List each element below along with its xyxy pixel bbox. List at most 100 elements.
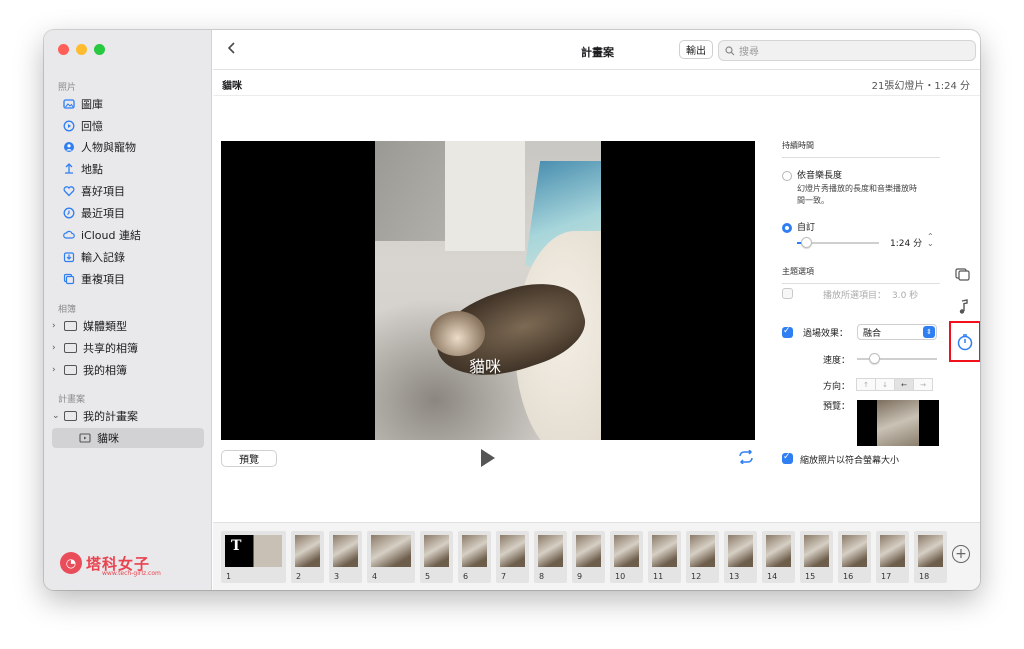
filmstrip-clip[interactable]: 3 — [329, 531, 362, 583]
sidebar-item-icloud-links[interactable]: iCloud 連結 — [62, 225, 204, 245]
slideshow-icon — [78, 432, 91, 445]
play-selected-checkbox[interactable] — [782, 288, 793, 299]
zoom-window-button[interactable] — [94, 44, 105, 55]
clip-thumbnail — [424, 535, 449, 567]
duplicates-icon — [62, 273, 75, 286]
filmstrip-clip[interactable]: 16 — [838, 531, 871, 583]
import-icon — [62, 251, 75, 264]
filmstrip-clip[interactable]: 6 — [458, 531, 491, 583]
filmstrip-clip[interactable]: 11 — [648, 531, 681, 583]
watermark-logo: ◔ 塔科女子 www.tech-girlz.com — [60, 552, 161, 577]
minimize-window-button[interactable] — [76, 44, 87, 55]
sidebar-item-imports[interactable]: 輸入記錄 — [62, 247, 204, 267]
scale-option[interactable] — [782, 452, 799, 464]
photos-window: 照片 圖庫 回憶 人物與寵物 地點 喜好項目 最近項目 iCloud 連結 輸入… — [44, 30, 980, 590]
play-selected-option[interactable] — [782, 288, 799, 299]
clip-number: 3 — [334, 572, 340, 581]
chevron-right-icon[interactable]: › — [52, 321, 62, 331]
filmstrip-clip[interactable]: 10 — [610, 531, 643, 583]
filmstrip-clip[interactable]: 18 — [914, 531, 947, 583]
sidebar-item-label: 喜好項目 — [81, 185, 125, 198]
duration-slider[interactable] — [797, 237, 879, 248]
scale-checkbox[interactable] — [782, 452, 793, 464]
transition-select[interactable]: 融合 ⇕ — [857, 324, 937, 340]
logo-mark-icon: ◔ — [60, 552, 82, 574]
clip-number: 13 — [729, 572, 740, 581]
clip-thumbnail — [500, 535, 525, 567]
slideshow-viewer[interactable]: 貓咪 — [221, 141, 755, 440]
filmstrip-clip[interactable]: 14 — [762, 531, 795, 583]
transition-preview-thumbnail[interactable] — [857, 400, 939, 446]
add-slide-button[interactable]: + — [952, 545, 970, 563]
filmstrip-clip[interactable]: 4 — [367, 531, 415, 583]
direction-left-button[interactable]: ← — [894, 378, 914, 391]
filmstrip-clip[interactable]: T1 — [221, 531, 286, 583]
filmstrip-clip[interactable]: 13 — [724, 531, 757, 583]
sidebar-item-cat-project[interactable]: 貓咪 — [52, 428, 204, 448]
clip-thumbnail — [842, 535, 867, 567]
sidebar-item-label: 人物與寵物 — [81, 141, 136, 154]
slide-caption: 貓咪 — [469, 357, 502, 376]
duration-panel-button[interactable] — [951, 323, 979, 360]
filmstrip-clip[interactable]: 2 — [291, 531, 324, 583]
speed-slider-knob[interactable] — [869, 353, 880, 364]
places-icon — [62, 163, 75, 176]
sidebar-item-label: 貓咪 — [97, 432, 119, 445]
filmstrip-clip[interactable]: 8 — [534, 531, 567, 583]
match-music-option[interactable]: 依音樂長度 — [782, 168, 842, 181]
filmstrip-clip[interactable]: 12 — [686, 531, 719, 583]
radio-off[interactable] — [782, 170, 792, 181]
clip-number: 2 — [296, 572, 302, 581]
sidebar-item-my-projects[interactable]: ⌄ 我的計畫案 — [52, 406, 204, 426]
custom-option[interactable]: 自訂 — [782, 220, 815, 233]
radio-on[interactable] — [782, 222, 792, 233]
window-controls — [58, 44, 105, 55]
transition-preview-label: 預覽： — [823, 402, 851, 412]
sidebar-item-recents[interactable]: 最近項目 — [62, 203, 204, 223]
sidebar-item-duplicates[interactable]: 重複項目 — [62, 269, 204, 289]
clip-number: 17 — [881, 572, 892, 581]
duration-slider-knob[interactable] — [801, 237, 812, 248]
filmstrip-clip[interactable]: 9 — [572, 531, 605, 583]
duration-stepper[interactable]: ⌃ ⌄ — [927, 233, 934, 248]
back-button[interactable] — [227, 40, 237, 59]
transition-option[interactable] — [782, 326, 799, 338]
transition-checkbox[interactable] — [782, 326, 793, 338]
close-window-button[interactable] — [58, 44, 69, 55]
duration-header: 持續時間 — [782, 140, 940, 158]
sidebar-item-my-albums[interactable]: › 我的相簿 — [52, 360, 204, 380]
filmstrip-clip[interactable]: 5 — [420, 531, 453, 583]
sidebar-item-label: 我的計畫案 — [83, 410, 138, 423]
music-panel-button[interactable] — [954, 298, 972, 316]
direction-up-button[interactable]: ↑ — [856, 378, 876, 391]
highlight-box — [949, 321, 980, 362]
direction-right-button[interactable]: → — [913, 378, 933, 391]
sidebar-item-library[interactable]: 圖庫 — [62, 94, 204, 114]
play-icon[interactable] — [481, 449, 495, 467]
sidebar-item-people-pets[interactable]: 人物與寵物 — [62, 137, 204, 157]
loop-icon[interactable] — [738, 449, 754, 468]
clip-number: 10 — [615, 572, 626, 581]
match-music-desc: 幻燈片秀播放的長度和音樂播放時 間一致。 — [797, 184, 917, 205]
sidebar-item-places[interactable]: 地點 — [62, 159, 204, 179]
sidebar-item-memories[interactable]: 回憶 — [62, 116, 204, 136]
sidebar-item-favorites[interactable]: 喜好項目 — [62, 181, 204, 201]
project-info: 21張幻燈片・1:24 分 — [871, 81, 970, 92]
play-selected-value[interactable]: 3.0 秒 — [892, 288, 918, 301]
chevron-right-icon[interactable]: › — [52, 365, 62, 375]
direction-down-button[interactable]: ↓ — [875, 378, 895, 391]
theme-panel-button[interactable] — [954, 265, 972, 283]
search-field[interactable]: 搜尋 — [718, 40, 976, 61]
export-button[interactable]: 輸出 — [679, 40, 713, 59]
filmstrip-clip[interactable]: 15 — [800, 531, 833, 583]
sidebar-item-label: 輸入記錄 — [81, 251, 125, 264]
filmstrip-clip[interactable]: 17 — [876, 531, 909, 583]
search-placeholder: 搜尋 — [739, 47, 759, 58]
filmstrip-clip[interactable]: 7 — [496, 531, 529, 583]
preview-button[interactable]: 預覽 — [221, 450, 277, 467]
chevron-right-icon[interactable]: › — [52, 343, 62, 353]
speed-slider[interactable] — [857, 353, 937, 364]
sidebar-item-shared-albums[interactable]: › 共享的相簿 — [52, 338, 204, 358]
chevron-down-icon[interactable]: ⌄ — [52, 411, 62, 421]
sidebar-item-media-types[interactable]: › 媒體類型 — [52, 316, 204, 336]
